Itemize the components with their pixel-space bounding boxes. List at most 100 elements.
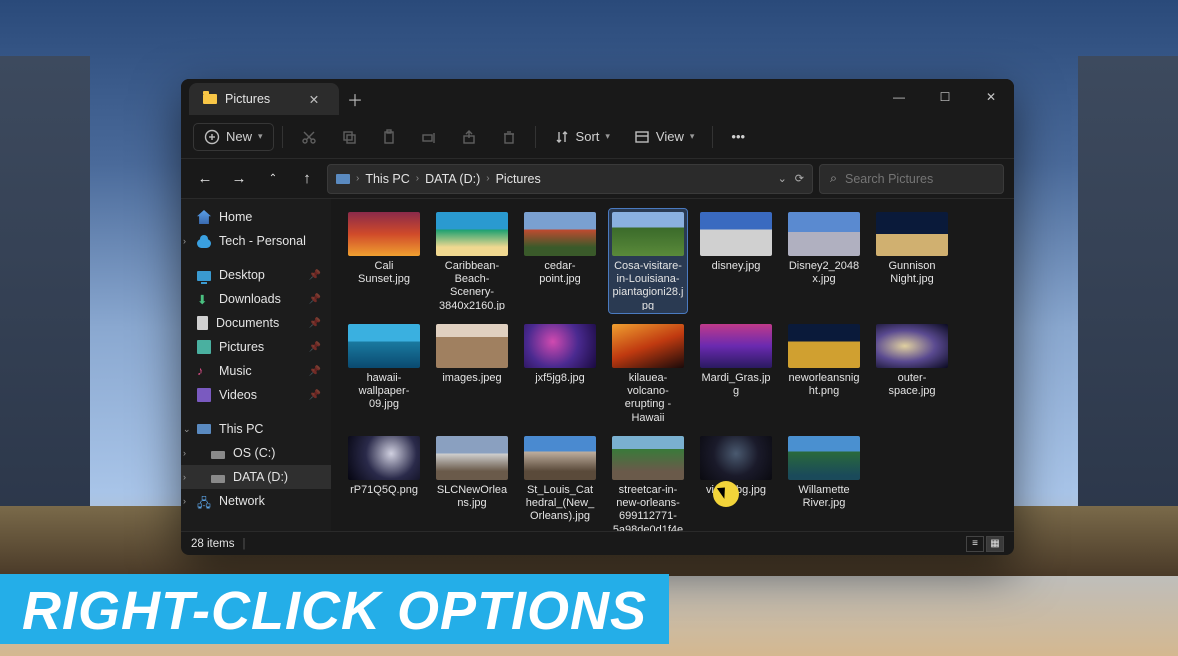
view-button[interactable]: View ▾ bbox=[624, 123, 704, 151]
file-item[interactable]: Disney2_2048x.jpg bbox=[785, 209, 863, 313]
file-name: Cali Sunset.jpg bbox=[348, 260, 420, 286]
sidebar-label: Desktop bbox=[219, 268, 265, 282]
pin-icon: 📌 bbox=[309, 342, 321, 353]
sidebar-item-home[interactable]: Home bbox=[181, 205, 331, 229]
file-item[interactable]: jxf5jg8.jpg bbox=[521, 321, 599, 425]
sidebar-label: Tech - Personal bbox=[219, 234, 306, 248]
close-button[interactable]: ✕ bbox=[968, 79, 1014, 115]
pc-icon bbox=[336, 174, 350, 184]
view-label: View bbox=[656, 129, 684, 144]
file-item[interactable]: streetcar-in-new-orleans-699112771-5a98d… bbox=[609, 433, 687, 531]
file-name: neworleansnight.png bbox=[788, 372, 860, 398]
chevron-down-icon: ▾ bbox=[690, 131, 695, 142]
file-item[interactable]: neworleansnight.png bbox=[785, 321, 863, 425]
up-button[interactable]: ⌃ bbox=[259, 165, 287, 193]
cut-icon bbox=[301, 129, 317, 145]
sidebar-item-downloads[interactable]: ⬇Downloads📌 bbox=[181, 287, 331, 311]
sidebar-item-videos[interactable]: Videos📌 bbox=[181, 383, 331, 407]
sidebar-item-network[interactable]: ›🖧Network bbox=[181, 489, 331, 513]
sidebar-item-desktop[interactable]: Desktop📌 bbox=[181, 263, 331, 287]
expand-icon[interactable]: › bbox=[183, 236, 186, 246]
file-item[interactable]: images.jpeg bbox=[433, 321, 511, 425]
more-button[interactable]: ••• bbox=[721, 123, 755, 150]
file-name: video-bg.jpg bbox=[706, 484, 766, 497]
file-name: Cosa-visitare-in-Louisiana-piantagioni28… bbox=[612, 260, 684, 310]
file-item[interactable]: SLCNewOrleans.jpg bbox=[433, 433, 511, 531]
file-item[interactable]: Cosa-visitare-in-Louisiana-piantagioni28… bbox=[609, 209, 687, 313]
file-item[interactable]: Gunnison Night.jpg bbox=[873, 209, 951, 313]
file-name: outer-space.jpg bbox=[876, 372, 948, 398]
sidebar-item-onedrive[interactable]: › Tech - Personal bbox=[181, 229, 331, 253]
file-name: Willamette River.jpg bbox=[788, 484, 860, 510]
file-item[interactable]: Willamette River.jpg bbox=[785, 433, 863, 531]
search-box[interactable]: ⌕ bbox=[819, 164, 1004, 194]
search-input[interactable] bbox=[845, 172, 993, 186]
pc-icon bbox=[197, 424, 211, 434]
new-label: New bbox=[226, 129, 252, 144]
plus-circle-icon bbox=[204, 129, 220, 145]
back-button[interactable]: ← bbox=[191, 165, 219, 193]
file-thumbnail bbox=[876, 212, 948, 256]
sidebar-label: OS (C:) bbox=[233, 446, 275, 460]
file-name: Mardi_Gras.jpg bbox=[700, 372, 772, 398]
sidebar-item-music[interactable]: ♪Music📌 bbox=[181, 359, 331, 383]
share-icon bbox=[461, 129, 477, 145]
paste-button[interactable] bbox=[371, 123, 407, 151]
breadcrumb-part[interactable]: This PC bbox=[365, 172, 409, 186]
sidebar-label: Music bbox=[219, 364, 252, 378]
file-item[interactable]: Cali Sunset.jpg bbox=[345, 209, 423, 313]
file-item[interactable]: outer-space.jpg bbox=[873, 321, 951, 425]
content-area[interactable]: Cali Sunset.jpg Caribbean-Beach-Scenery-3… bbox=[331, 199, 1014, 531]
pictures-icon bbox=[197, 340, 211, 354]
status-bar: 28 items | ≡ ▦ bbox=[181, 531, 1014, 555]
sidebar-item-drive-d[interactable]: ›DATA (D:) bbox=[181, 465, 331, 489]
new-tab-button[interactable]: ＋ bbox=[339, 83, 371, 115]
desktop-icon bbox=[197, 271, 211, 281]
file-thumbnail bbox=[348, 324, 420, 368]
file-item[interactable]: Mardi_Gras.jpg bbox=[697, 321, 775, 425]
delete-button[interactable] bbox=[491, 123, 527, 151]
window-tab[interactable]: Pictures ✕ bbox=[189, 83, 339, 115]
sort-button[interactable]: Sort ▾ bbox=[544, 123, 620, 151]
file-item[interactable]: kilauea-volcano-erupting - Hawaii Pictur… bbox=[609, 321, 687, 425]
sidebar-item-pictures[interactable]: Pictures📌 bbox=[181, 335, 331, 359]
collapse-icon[interactable]: ⌄ bbox=[183, 424, 191, 435]
sidebar-item-this-pc[interactable]: ⌄This PC bbox=[181, 417, 331, 441]
file-item[interactable]: disney.jpg bbox=[697, 209, 775, 313]
breadcrumb-part[interactable]: DATA (D:) bbox=[425, 172, 480, 186]
sidebar-item-drive-c[interactable]: › OS (C:) bbox=[181, 441, 331, 465]
file-name: disney.jpg bbox=[712, 260, 761, 273]
drive-icon bbox=[211, 475, 225, 483]
address-bar[interactable]: › This PC › DATA (D:) › Pictures ⌄ ⟳ bbox=[327, 164, 813, 194]
file-thumbnail bbox=[788, 324, 860, 368]
minimize-button[interactable]: ― bbox=[876, 79, 922, 115]
up-one-level-button[interactable]: ↑ bbox=[293, 165, 321, 193]
file-name: SLCNewOrleans.jpg bbox=[436, 484, 508, 510]
expand-icon[interactable]: › bbox=[183, 496, 186, 506]
details-view-button[interactable]: ≡ bbox=[966, 536, 984, 552]
sidebar-item-documents[interactable]: Documents📌 bbox=[181, 311, 331, 335]
copy-button[interactable] bbox=[331, 123, 367, 151]
sort-label: Sort bbox=[576, 129, 600, 144]
breadcrumb-part[interactable]: Pictures bbox=[496, 172, 541, 186]
refresh-icon[interactable]: ⟳ bbox=[795, 172, 804, 185]
window-controls: ― ☐ ✕ bbox=[876, 79, 1014, 115]
file-item[interactable]: video-bg.jpg bbox=[697, 433, 775, 531]
tiles-view-button[interactable]: ▦ bbox=[986, 536, 1004, 552]
file-thumbnail bbox=[788, 436, 860, 480]
file-item[interactable]: Caribbean-Beach-Scenery-3840x2160.jpg bbox=[433, 209, 511, 313]
expand-icon[interactable]: › bbox=[183, 448, 186, 458]
maximize-button[interactable]: ☐ bbox=[922, 79, 968, 115]
expand-icon[interactable]: › bbox=[183, 472, 186, 482]
forward-button[interactable]: → bbox=[225, 165, 253, 193]
file-item[interactable]: hawaii-wallpaper-09.jpg bbox=[345, 321, 423, 425]
dropdown-icon[interactable]: ⌄ bbox=[778, 172, 787, 185]
new-button[interactable]: New ▾ bbox=[193, 123, 274, 151]
tab-close-button[interactable]: ✕ bbox=[303, 92, 325, 107]
cut-button[interactable] bbox=[291, 123, 327, 151]
rename-button[interactable] bbox=[411, 123, 447, 151]
share-button[interactable] bbox=[451, 123, 487, 151]
file-item[interactable]: St_Louis_Cathedral_(New_Orleans).jpg bbox=[521, 433, 599, 531]
file-item[interactable]: cedar-point.jpg bbox=[521, 209, 599, 313]
file-item[interactable]: rP71Q5Q.png bbox=[345, 433, 423, 531]
